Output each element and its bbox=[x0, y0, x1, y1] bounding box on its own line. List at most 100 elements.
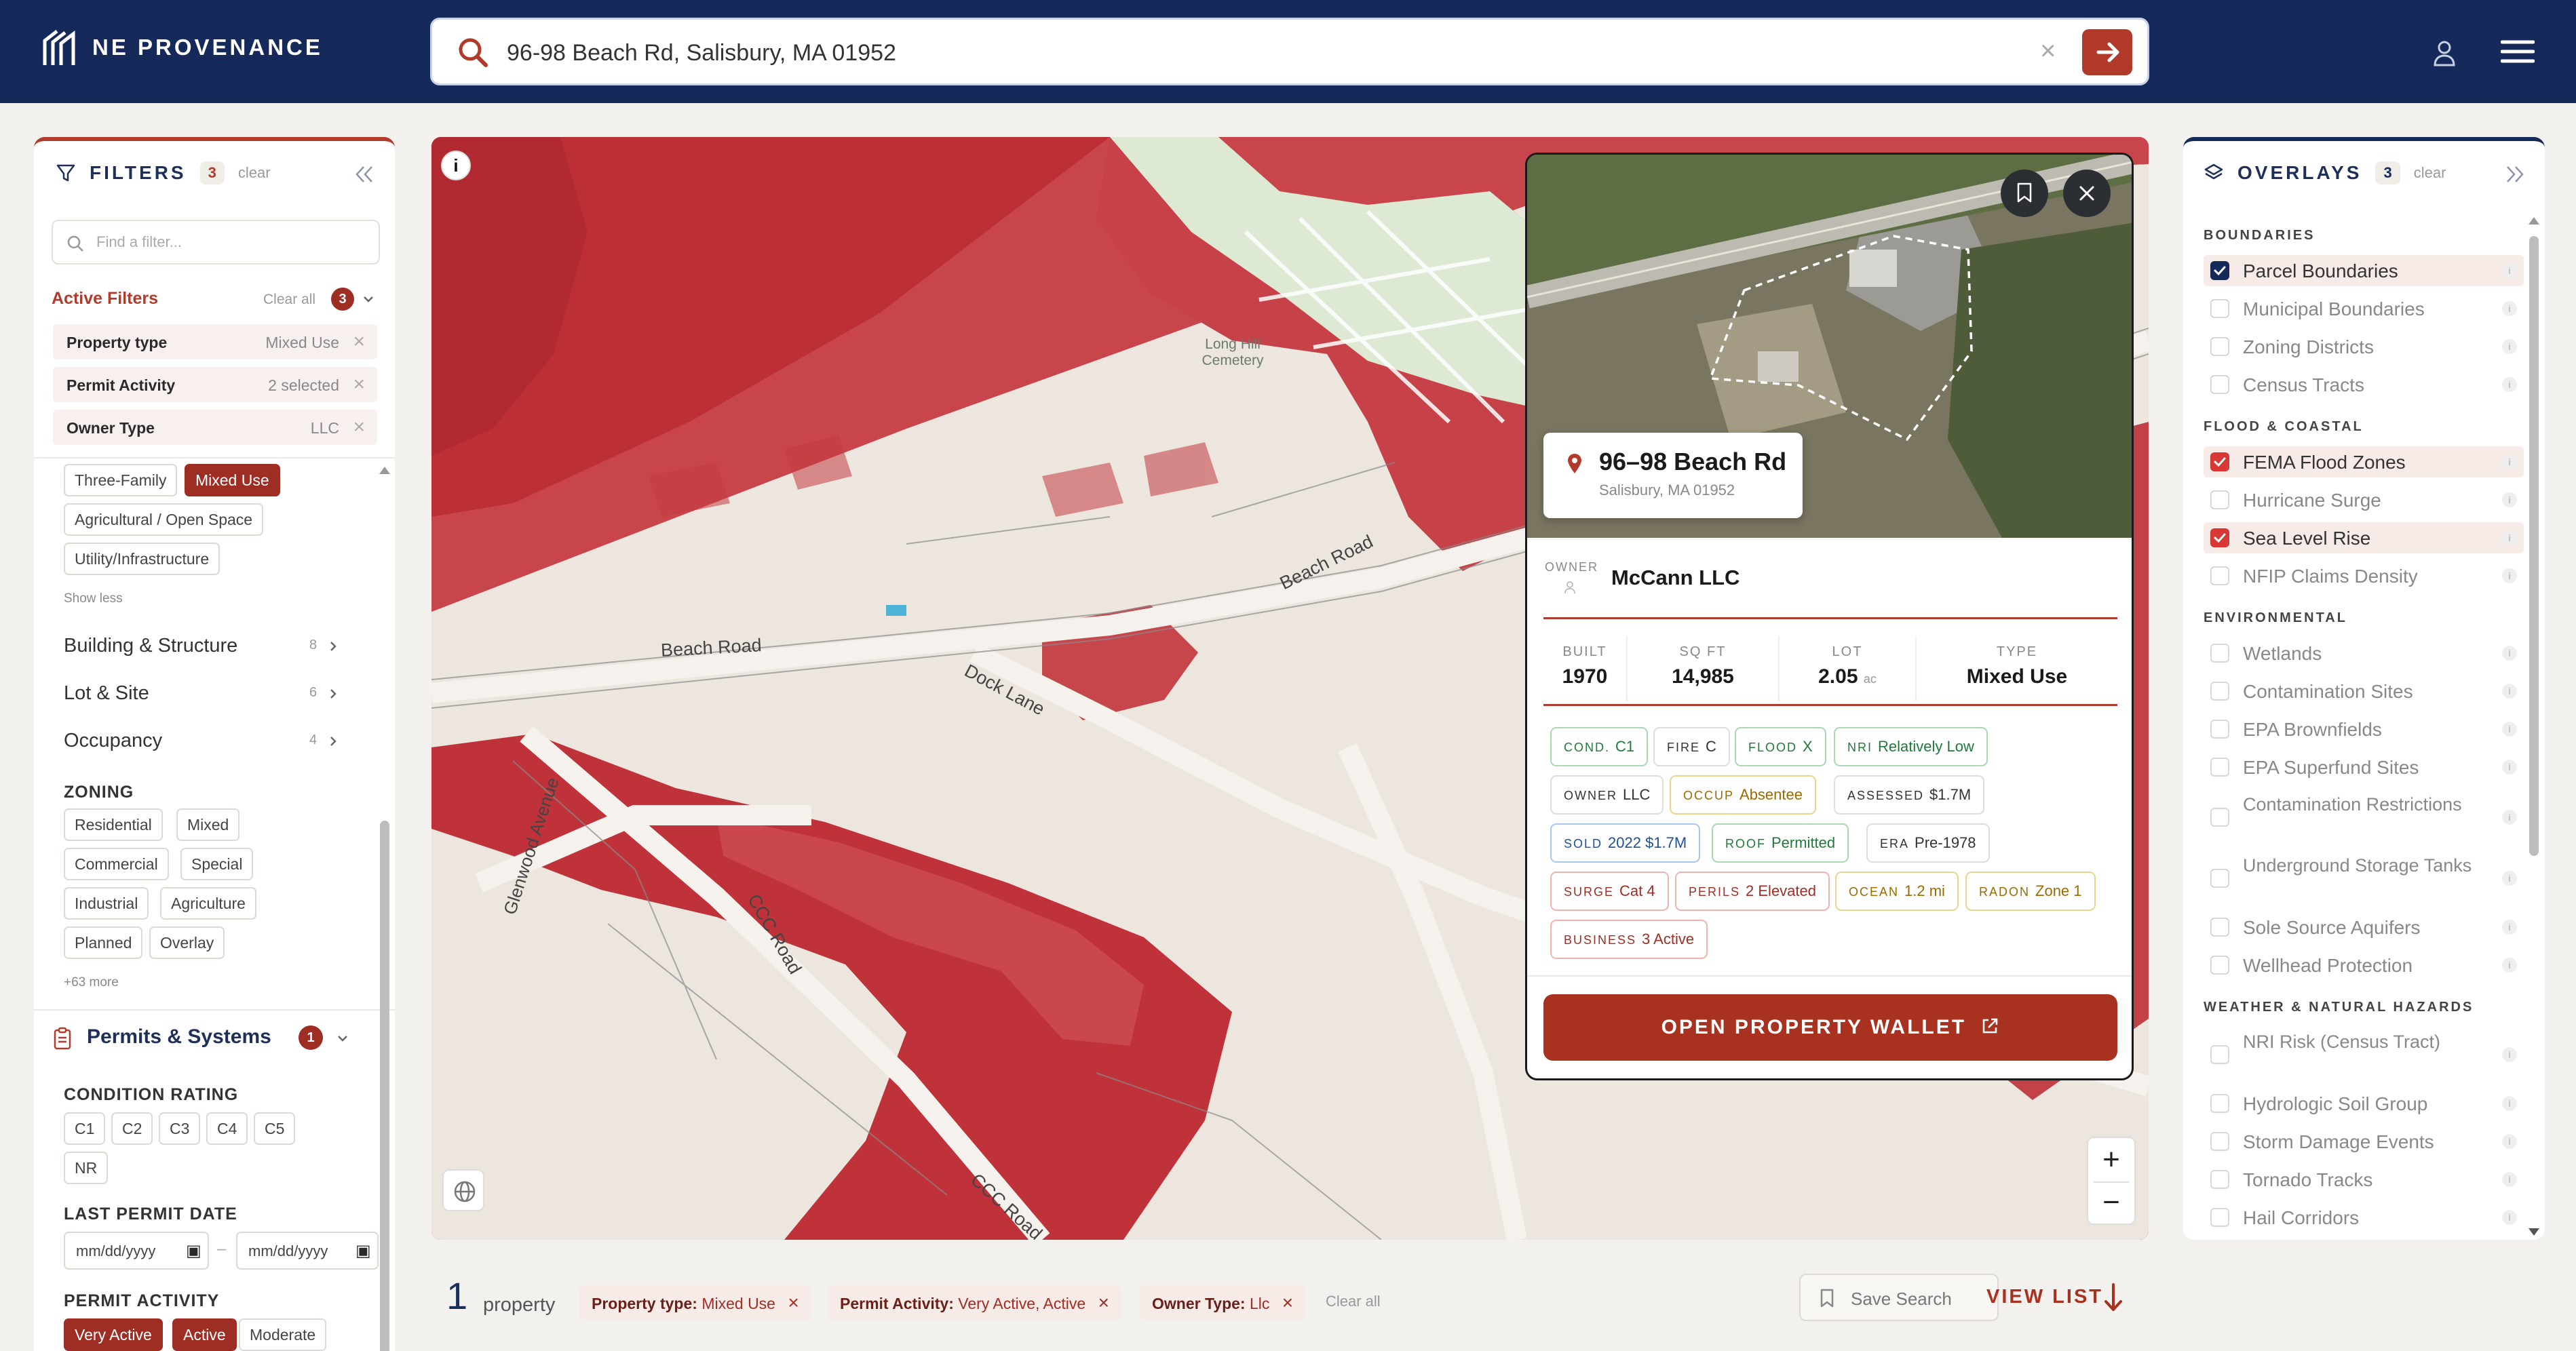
category-lot-site[interactable]: Lot & Site 6 bbox=[64, 682, 317, 705]
arrow-down-icon[interactable] bbox=[2102, 1282, 2125, 1313]
checkbox-icon[interactable] bbox=[2210, 490, 2229, 509]
overlay-epa-brownfields[interactable]: EPA Brownfields i bbox=[2204, 713, 2524, 745]
overlay-storm-damage-events[interactable]: Storm Damage Events i bbox=[2204, 1126, 2524, 1157]
checkbox-icon[interactable] bbox=[2210, 808, 2229, 827]
close-card-button[interactable] bbox=[2063, 170, 2111, 217]
chip-zoning-planned[interactable]: Planned bbox=[64, 926, 143, 959]
menu-icon[interactable] bbox=[2501, 39, 2535, 64]
brand-logo[interactable]: NE PROVENANCE bbox=[42, 28, 323, 66]
overlay-contamination-restrictions[interactable]: Contamination Restrictions i bbox=[2204, 789, 2524, 845]
view-list-button[interactable]: VIEW LIST bbox=[1986, 1286, 2103, 1308]
permits-systems-title[interactable]: Permits & Systems bbox=[87, 1025, 271, 1049]
category-building-structure[interactable]: Building & Structure 8 bbox=[64, 635, 317, 657]
category-occupancy[interactable]: Occupancy 4 bbox=[64, 730, 317, 752]
footer-chip-property-type[interactable]: Property type: Mixed Use × bbox=[579, 1286, 811, 1320]
map-info-icon[interactable]: i bbox=[441, 151, 471, 180]
overlay-sea-level-rise[interactable]: Sea Level Rise i bbox=[2204, 522, 2524, 553]
info-icon[interactable]: i bbox=[2502, 684, 2517, 699]
overlay-contamination-sites[interactable]: Contamination Sites i bbox=[2204, 676, 2524, 707]
checkbox-icon[interactable] bbox=[2210, 299, 2229, 318]
checkbox-icon[interactable] bbox=[2210, 375, 2229, 394]
active-filters-clear-all[interactable]: Clear all bbox=[263, 292, 315, 308]
clear-search-icon[interactable]: × bbox=[2040, 36, 2056, 66]
info-icon[interactable]: i bbox=[2502, 263, 2517, 278]
chip-zoning-industrial[interactable]: Industrial bbox=[64, 887, 149, 920]
checkbox-icon[interactable] bbox=[2210, 682, 2229, 701]
info-icon[interactable]: i bbox=[2502, 646, 2517, 661]
chevron-down-icon[interactable] bbox=[362, 294, 374, 304]
checkbox-icon[interactable] bbox=[2210, 1094, 2229, 1113]
search-input[interactable] bbox=[507, 32, 1931, 74]
info-icon[interactable]: i bbox=[2502, 339, 2517, 354]
info-icon[interactable]: i bbox=[2502, 568, 2517, 583]
scroll-up-arrow-icon[interactable] bbox=[377, 464, 392, 476]
overlay-parcel-boundaries[interactable]: Parcel Boundaries i bbox=[2204, 255, 2524, 286]
chip-condition-c4[interactable]: C4 bbox=[206, 1112, 248, 1145]
overlay-hail-corridors[interactable]: Hail Corridors i bbox=[2204, 1202, 2524, 1233]
info-icon[interactable]: i bbox=[2502, 301, 2517, 316]
user-icon[interactable] bbox=[2432, 39, 2457, 66]
chip-active[interactable]: Active bbox=[172, 1318, 237, 1351]
zoom-in-button[interactable]: + bbox=[2088, 1138, 2134, 1181]
checkbox-icon[interactable] bbox=[2210, 644, 2229, 663]
overlay-nfip-claims-density[interactable]: NFIP Claims Density i bbox=[2204, 560, 2524, 591]
checkbox-icon[interactable] bbox=[2210, 869, 2229, 888]
chip-very-active[interactable]: Very Active bbox=[64, 1318, 163, 1351]
checkbox-icon[interactable] bbox=[2210, 1170, 2229, 1189]
info-icon[interactable]: i bbox=[2502, 454, 2517, 469]
remove-chip-icon[interactable]: × bbox=[1098, 1292, 1109, 1313]
chip-condition-c5[interactable]: C5 bbox=[254, 1112, 296, 1145]
search-submit-button[interactable] bbox=[2082, 29, 2132, 75]
open-property-wallet-button[interactable]: OPEN PROPERTY WALLET bbox=[1543, 994, 2117, 1061]
info-icon[interactable]: i bbox=[2502, 920, 2517, 935]
checkbox-icon[interactable] bbox=[2210, 1208, 2229, 1227]
overlay-hurricane-surge[interactable]: Hurricane Surge i bbox=[2204, 484, 2524, 515]
map-style-button[interactable] bbox=[442, 1169, 484, 1211]
remove-chip-icon[interactable]: × bbox=[1282, 1292, 1293, 1313]
active-filter-owner-type[interactable]: Owner Type LLC × bbox=[53, 410, 377, 445]
checkbox-checked-icon[interactable] bbox=[2210, 528, 2229, 547]
chip-zoning-residential[interactable]: Residential bbox=[64, 808, 163, 841]
filters-scrollbar[interactable] bbox=[377, 464, 392, 1351]
remove-filter-icon[interactable]: × bbox=[353, 330, 365, 353]
info-icon[interactable]: i bbox=[2502, 377, 2517, 392]
scroll-up-arrow-icon[interactable] bbox=[2526, 214, 2541, 227]
info-icon[interactable]: i bbox=[2502, 1172, 2517, 1187]
checkbox-icon[interactable] bbox=[2210, 720, 2229, 739]
overlay-municipal-boundaries[interactable]: Municipal Boundaries i bbox=[2204, 293, 2524, 324]
info-icon[interactable]: i bbox=[2502, 871, 2517, 886]
chip-zoning-mixed[interactable]: Mixed bbox=[176, 808, 240, 841]
info-icon[interactable]: i bbox=[2502, 1096, 2517, 1111]
active-filter-property-type[interactable]: Property type Mixed Use × bbox=[53, 324, 377, 359]
date-from-input[interactable]: mm/dd/yyyy ▣ bbox=[64, 1232, 209, 1270]
info-icon[interactable]: i bbox=[2502, 1210, 2517, 1225]
overlay-zoning-districts[interactable]: Zoning Districts i bbox=[2204, 331, 2524, 362]
info-icon[interactable]: i bbox=[2502, 760, 2517, 775]
zoom-out-button[interactable]: − bbox=[2088, 1183, 2134, 1225]
save-property-button[interactable] bbox=[2001, 170, 2048, 217]
info-icon[interactable]: i bbox=[2502, 1047, 2517, 1062]
scrollbar-thumb[interactable] bbox=[380, 821, 389, 1351]
chip-zoning-special[interactable]: Special bbox=[180, 848, 254, 880]
overlays-scrollbar[interactable] bbox=[2529, 214, 2539, 1240]
collapse-panel-icon[interactable] bbox=[353, 164, 376, 184]
chip-zoning-agriculture[interactable]: Agriculture bbox=[160, 887, 256, 920]
checkbox-icon[interactable] bbox=[2210, 758, 2229, 777]
checkbox-icon[interactable] bbox=[2210, 1132, 2229, 1151]
checkbox-icon[interactable] bbox=[2210, 337, 2229, 356]
overlay-census-tracts[interactable]: Census Tracts i bbox=[2204, 369, 2524, 400]
find-filter-field[interactable]: Find a filter... bbox=[52, 220, 380, 265]
scrollbar-thumb[interactable] bbox=[2529, 236, 2539, 856]
checkbox-icon[interactable] bbox=[2210, 918, 2229, 937]
chip-mixed-use[interactable]: Mixed Use bbox=[185, 464, 280, 496]
chip-condition-c3[interactable]: C3 bbox=[159, 1112, 201, 1145]
remove-filter-icon[interactable]: × bbox=[353, 373, 365, 396]
chevron-right-icon[interactable] bbox=[328, 640, 338, 652]
chip-condition-c1[interactable]: C1 bbox=[64, 1112, 106, 1145]
remove-filter-icon[interactable]: × bbox=[353, 416, 365, 439]
overlay-wetlands[interactable]: Wetlands i bbox=[2204, 638, 2524, 669]
zoning-more-link[interactable]: +63 more bbox=[64, 975, 119, 990]
info-icon[interactable]: i bbox=[2502, 722, 2517, 737]
info-icon[interactable]: i bbox=[2502, 492, 2517, 507]
overlays-clear-link[interactable]: clear bbox=[2414, 164, 2446, 182]
